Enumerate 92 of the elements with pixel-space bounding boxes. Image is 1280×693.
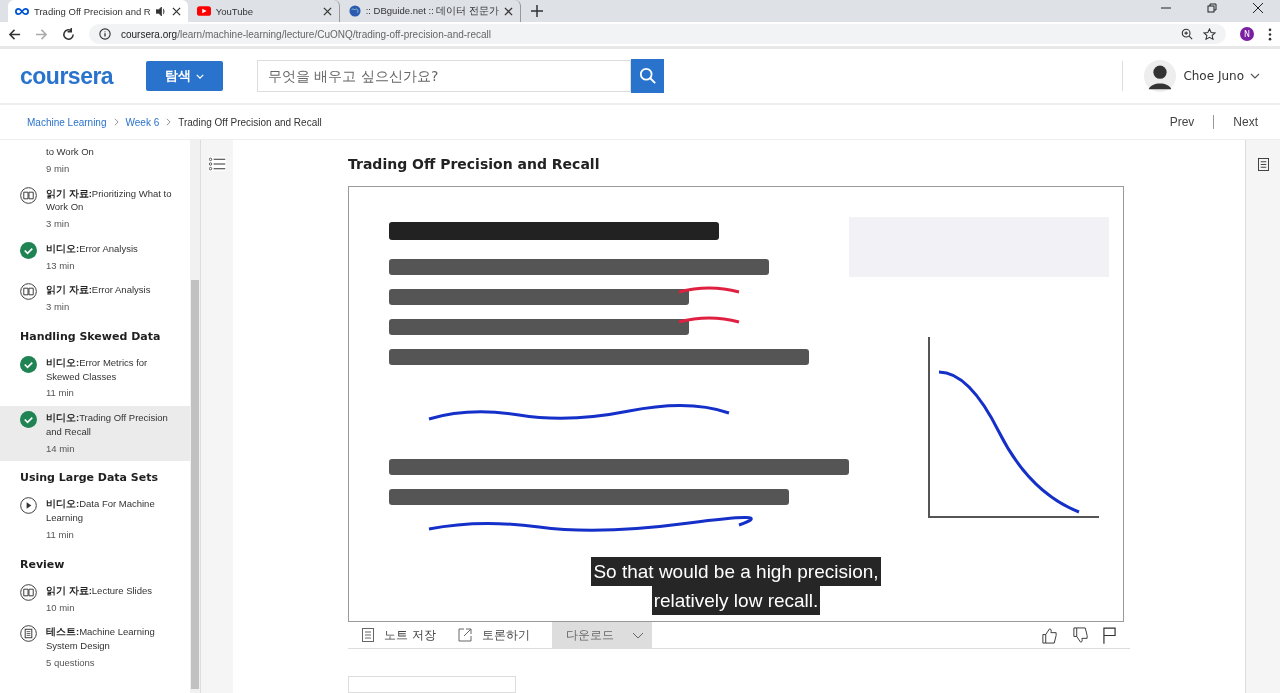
caret-icon <box>631 631 644 639</box>
close-icon[interactable] <box>171 6 181 16</box>
lesson-duration: 10 min <box>46 600 76 615</box>
lesson-item[interactable]: 비디오:Trading Off Precision and Recall 14 min <box>0 406 190 462</box>
close-icon[interactable] <box>504 6 514 16</box>
thumbs-down-icon[interactable] <box>1072 626 1089 644</box>
tab-title: YouTube <box>215 5 255 17</box>
tab-title: :: DBguide.net :: 데이터 전문가 <box>365 4 500 18</box>
document-icon <box>20 625 37 643</box>
flag-icon[interactable] <box>1103 626 1116 644</box>
save-note-button[interactable]: 노트 저장 <box>362 626 436 644</box>
chevron-down-icon <box>196 73 204 79</box>
close-icon[interactable] <box>322 6 332 16</box>
search-button[interactable] <box>631 59 664 93</box>
next-link[interactable]: Next <box>1233 115 1258 129</box>
lesson-title: 비디오:Trading Off Precision and Recall <box>46 411 169 439</box>
transcript-icon[interactable] <box>1257 158 1269 171</box>
book-icon <box>20 583 37 601</box>
discuss-button[interactable]: 토론하기 <box>457 626 530 644</box>
profile-avatar[interactable]: N <box>1240 27 1254 41</box>
breadcrumb-link[interactable]: Machine Learning <box>27 116 107 128</box>
lesson-item[interactable]: 테스트:Machine Learning System Design 5 questions <box>0 620 190 676</box>
lesson-item[interactable]: 비디오:Error Metrics for Skewed Classes 11 min <box>0 350 190 407</box>
lesson-duration: 11 min <box>46 386 75 401</box>
url-text: coursera.org/learn/machine-learning/lecture/CuONQ/trading-off-precision-and-recall <box>121 28 491 40</box>
zoom-icon[interactable] <box>1181 28 1193 40</box>
star-icon[interactable] <box>1203 27 1216 41</box>
lesson-item[interactable]: to Work On 9 min <box>0 140 190 182</box>
lesson-duration: 5 questions <box>46 655 96 670</box>
search-field[interactable]: 무엇을 배우고 싶으신가요? <box>257 60 631 92</box>
lesson-title: to Work On <box>46 145 94 159</box>
check-circle-icon <box>20 411 37 429</box>
book-icon <box>20 283 37 301</box>
prev-link[interactable]: Prev <box>1169 115 1195 129</box>
lesson-title: 읽기 자료:Prioritizing What to Work On <box>46 186 173 215</box>
search-icon <box>638 67 657 85</box>
reload-icon[interactable] <box>62 27 75 41</box>
play-icon <box>196 6 211 16</box>
lesson-duration: 9 min <box>46 161 71 176</box>
lesson-title: 읽기 자료:Lecture Slides <box>46 583 152 598</box>
menu-icon[interactable] <box>1268 27 1272 41</box>
lesson-item[interactable]: 비디오:Data For Machine Learning 11 min <box>0 492 190 548</box>
lesson-title: 비디오:Data For Machine Learning <box>46 497 156 525</box>
book-icon <box>20 186 37 204</box>
avatar-icon[interactable] <box>1143 59 1178 93</box>
lesson-title: 읽기 자료:Error Analysis <box>46 283 151 298</box>
lesson-item[interactable]: 읽기 자료:Lecture Slides 10 min <box>0 578 190 621</box>
browser-tab[interactable]: YouTube <box>189 0 340 22</box>
lesson-title: 비디오:Error Metrics for Skewed Classes <box>46 355 149 384</box>
lesson-title: 테스트:Machine Learning System Design <box>46 625 156 653</box>
globe-icon <box>348 5 361 17</box>
tab-title: Trading Off Precision and R <box>34 5 151 17</box>
lesson-duration: 14 min <box>46 441 76 456</box>
user-name[interactable]: Choe Juno <box>1183 69 1244 83</box>
download-dropdown[interactable]: 다운로드 <box>551 622 652 648</box>
breadcrumb-link[interactable]: Week 6 <box>125 116 160 128</box>
close-icon[interactable] <box>1253 3 1263 13</box>
section-heading: Using Large Data Sets <box>19 470 160 487</box>
lesson-item[interactable]: 비디오:Error Analysis 13 min <box>0 236 190 279</box>
share-icon <box>457 628 472 642</box>
logo[interactable]: coursera <box>20 62 146 90</box>
new-tab-icon[interactable] <box>531 5 544 17</box>
section-heading: Handling Skewed Data <box>19 328 162 345</box>
infinity-icon <box>15 6 29 16</box>
thumbs-up-icon[interactable] <box>1041 626 1058 644</box>
restore-icon[interactable] <box>1207 3 1217 13</box>
back-icon[interactable] <box>8 27 21 41</box>
address-bar[interactable]: coursera.org/learn/machine-learning/lecture/CuONQ/trading-off-precision-and-recall <box>89 24 1226 44</box>
breadcrumb-current: Trading Off Precision and Recall <box>178 116 322 128</box>
lesson-item[interactable]: 읽기 자료:Error Analysis 3 min <box>0 278 190 320</box>
browser-tab[interactable]: Trading Off Precision and R <box>8 0 188 22</box>
lesson-duration: 3 min <box>46 300 71 314</box>
info-icon <box>99 28 111 40</box>
lesson-title: 비디오:Error Analysis <box>46 241 138 256</box>
lesson-item[interactable]: 읽기 자료:Prioritizing What to Work On 3 min <box>0 181 190 237</box>
lesson-duration: 11 min <box>46 528 75 542</box>
play-circle-icon <box>20 497 37 515</box>
chevron-down-icon[interactable] <box>1250 73 1260 79</box>
scrollbar[interactable] <box>190 140 200 693</box>
browser-tab[interactable]: :: DBguide.net :: 데이터 전문가 <box>341 0 522 22</box>
chevron-right-icon <box>113 118 119 126</box>
lesson-duration: 13 min <box>46 258 76 273</box>
lecture-title: Trading Off Precision and Recall <box>348 156 601 172</box>
explore-button[interactable]: 탐색 <box>146 61 223 91</box>
lesson-duration: 3 min <box>46 217 71 231</box>
section-heading: Review <box>19 556 66 573</box>
outline-icon[interactable] <box>208 157 226 171</box>
note-icon <box>362 628 374 642</box>
check-circle-icon <box>20 355 37 373</box>
check-circle-icon <box>20 241 37 259</box>
chevron-right-icon <box>166 118 172 126</box>
speaker-icon[interactable] <box>155 6 167 16</box>
